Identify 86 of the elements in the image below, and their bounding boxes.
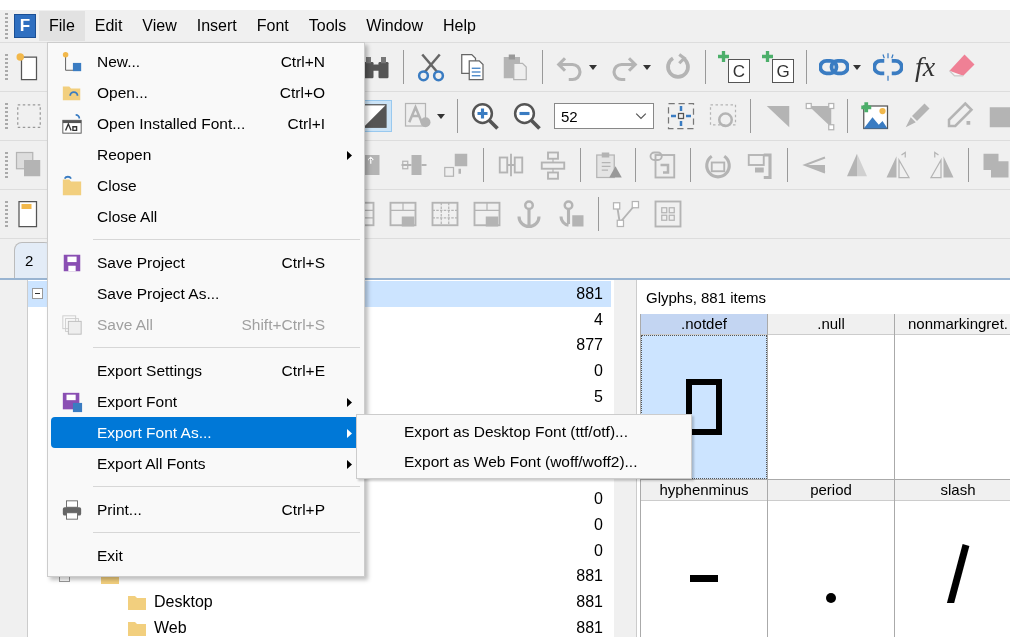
- item-count: 0: [594, 361, 603, 380]
- glyph-name: .notdef: [641, 314, 767, 335]
- glyph-name: slash: [895, 480, 1010, 501]
- grid-lock-icon[interactable]: [388, 199, 418, 229]
- item-count: 877: [576, 336, 603, 355]
- caret-icon[interactable]: [589, 64, 597, 70]
- glyph-cell[interactable]: nonmarkingret.: [894, 314, 1010, 480]
- anchor-lock-icon[interactable]: [556, 199, 586, 229]
- menu-item[interactable]: Export Font: [51, 386, 361, 417]
- triangle-nodes-icon[interactable]: [805, 101, 835, 131]
- glyph-drawing: [826, 593, 836, 603]
- glyph-cell[interactable]: .null: [767, 314, 894, 480]
- hierarchy-icon[interactable]: [538, 150, 568, 180]
- item-count: 881: [576, 618, 603, 637]
- caret-icon[interactable]: [437, 113, 445, 119]
- menu-bar-item[interactable]: Font: [246, 11, 299, 41]
- zoom-out-icon[interactable]: [512, 101, 542, 131]
- grid-icon[interactable]: [430, 199, 460, 229]
- plus-icon: [718, 51, 729, 62]
- formula-button[interactable]: fx: [915, 51, 936, 83]
- menu-item[interactable]: Print... Ctrl+P: [51, 494, 361, 525]
- item-count: 5: [594, 387, 603, 406]
- menu-item[interactable]: Save Project As...: [51, 278, 361, 309]
- menu-bar-item[interactable]: File: [39, 11, 85, 41]
- submenu-arrow-icon: [347, 428, 352, 438]
- submenu-arrow-icon: [347, 150, 352, 160]
- panel-title: Glyphs, 881 items: [645, 288, 768, 308]
- glyph-name: .null: [768, 314, 894, 335]
- menu-bar-item[interactable]: View: [132, 11, 187, 41]
- collapse-icon[interactable]: [32, 288, 43, 300]
- menu-item[interactable]: Export Settings Ctrl+E: [51, 355, 361, 386]
- item-count: 0: [594, 516, 603, 535]
- item-count: 881: [576, 284, 603, 303]
- broken-link-icon[interactable]: [873, 52, 903, 82]
- menu-bar-item[interactable]: Insert: [186, 11, 247, 41]
- selection-icon[interactable]: [14, 101, 44, 131]
- zoom-in-icon[interactable]: [470, 101, 500, 131]
- item-count: 0: [594, 541, 603, 560]
- menu-bar-item[interactable]: Help: [433, 11, 486, 41]
- grid-lock-icon[interactable]: [472, 199, 502, 229]
- glyph-cell[interactable]: period: [767, 480, 894, 637]
- caret-icon[interactable]: [853, 64, 861, 70]
- clamp-icon[interactable]: [745, 150, 775, 180]
- glyph-drawing: [690, 574, 718, 582]
- node-path-icon[interactable]: [611, 199, 641, 229]
- scissors-icon[interactable]: [416, 52, 446, 82]
- glyph-name: period: [768, 480, 894, 501]
- submenu-arrow-icon: [347, 459, 352, 469]
- item-count: 4: [594, 310, 603, 329]
- linked-page-icon[interactable]: [648, 150, 678, 180]
- font-file-icon: [61, 112, 83, 135]
- menu-item[interactable]: New... Ctrl+N: [51, 46, 361, 77]
- menu-bar-item[interactable]: Tools: [298, 11, 357, 41]
- item-count: 0: [594, 490, 603, 509]
- glyph-drawing: [684, 377, 724, 437]
- tree-item[interactable]: Web: [154, 618, 187, 637]
- kerning-icon[interactable]: [653, 199, 683, 229]
- menu-item[interactable]: Open Installed Font... Ctrl+I: [51, 108, 361, 139]
- menu-item[interactable]: Exit: [51, 540, 361, 571]
- glyph-name: nonmarkingret.: [895, 314, 1010, 335]
- clipboard-warning-icon[interactable]: [593, 150, 623, 180]
- glyph-cell[interactable]: hyphenminus: [640, 480, 767, 637]
- menu-bar-item[interactable]: Window: [356, 11, 434, 41]
- item-count: 881: [576, 593, 603, 612]
- item-count: 881: [576, 567, 603, 586]
- folder-icon: [127, 593, 147, 612]
- plus-icon: [762, 51, 773, 62]
- app-logo: F: [14, 14, 36, 38]
- caret-icon[interactable]: [643, 64, 651, 70]
- save-font-icon: [61, 390, 83, 413]
- menu-item[interactable]: Close: [51, 170, 361, 201]
- add-image-icon[interactable]: [860, 101, 890, 131]
- new-file-icon: [61, 50, 83, 73]
- submenu-arrow-icon: [347, 397, 352, 407]
- print-icon: [61, 498, 83, 521]
- glyph-name: hyphenminus: [641, 480, 767, 501]
- menu-item[interactable]: Reopen: [51, 139, 361, 170]
- folder-icon: [61, 174, 83, 197]
- menu-item[interactable]: Close All: [51, 201, 361, 232]
- zoom-field[interactable]: 52: [554, 103, 654, 129]
- menu-bar-item[interactable]: Edit: [84, 11, 133, 41]
- tree-item[interactable]: Desktop: [154, 593, 213, 612]
- refresh-icon[interactable]: [663, 52, 693, 82]
- menu-item[interactable]: Open... Ctrl+O: [51, 77, 361, 108]
- save-all-icon: [61, 313, 83, 336]
- fit-to-window-icon[interactable]: [666, 101, 696, 131]
